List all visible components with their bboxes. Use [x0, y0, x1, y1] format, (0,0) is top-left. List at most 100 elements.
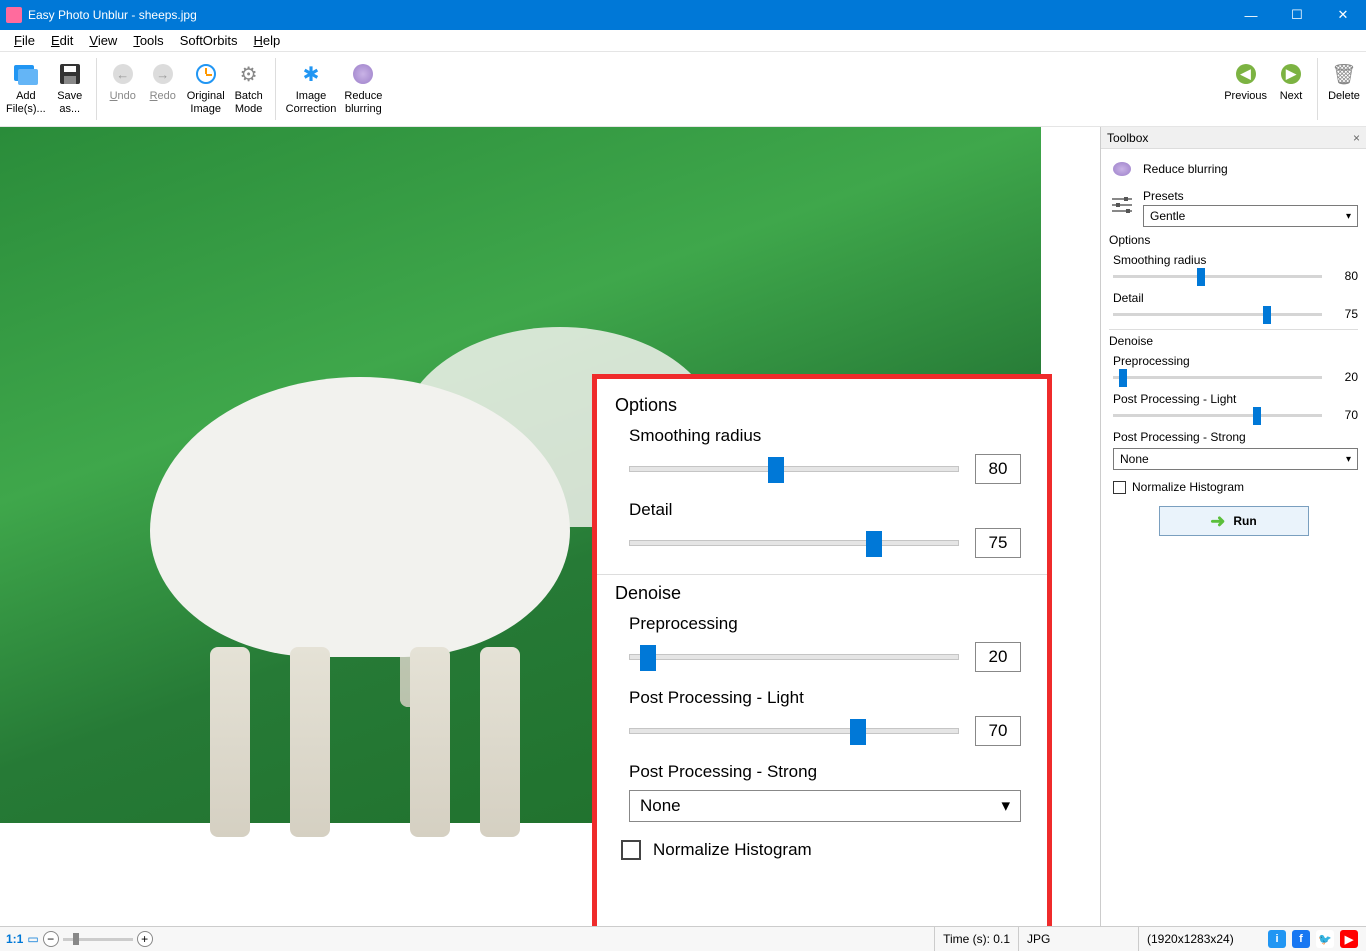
- tb-preprocessing-slider[interactable]: [1113, 376, 1322, 379]
- caret-down-icon: ▾: [1346, 454, 1351, 465]
- run-button[interactable]: ➜ Run: [1159, 506, 1309, 536]
- checkbox-icon: [1113, 481, 1126, 494]
- normalize-checkbox[interactable]: Normalize Histogram: [621, 840, 1029, 860]
- blur-icon: [1109, 159, 1135, 179]
- smoothing-slider[interactable]: [629, 466, 959, 472]
- toolbox-mode: Reduce blurring: [1143, 162, 1228, 176]
- tb-post-strong-label: Post Processing - Strong: [1113, 430, 1358, 444]
- caret-down-icon: ▾: [1001, 796, 1010, 816]
- detail-label: Detail: [629, 500, 1021, 520]
- toolbox-panel: Toolbox × Reduce blurring Presets Gentle…: [1100, 127, 1366, 926]
- save-icon: [56, 60, 84, 88]
- toolbox-header: Toolbox ×: [1101, 127, 1366, 149]
- delete-button[interactable]: 🗑 Delete: [1324, 56, 1364, 122]
- tb-smoothing-slider[interactable]: [1113, 275, 1322, 278]
- presets-select[interactable]: Gentle ▾: [1143, 205, 1358, 227]
- checkbox-icon: [621, 840, 641, 860]
- next-button[interactable]: ▶ Next: [1271, 56, 1311, 122]
- redo-icon: →: [149, 60, 177, 88]
- smoothing-value[interactable]: 80: [975, 454, 1021, 484]
- redo-button[interactable]: → Redo: [143, 56, 183, 122]
- save-as-button[interactable]: Save as...: [50, 56, 90, 122]
- facebook-icon[interactable]: f: [1292, 930, 1310, 948]
- tb-preprocessing-label: Preprocessing: [1113, 354, 1358, 368]
- menubar: File Edit View Tools SoftOrbits Help: [0, 30, 1366, 52]
- tb-options-heading: Options: [1109, 233, 1358, 247]
- preprocessing-label: Preprocessing: [629, 614, 1021, 634]
- arrow-left-icon: ◀: [1232, 60, 1260, 88]
- tb-detail-label: Detail: [1113, 291, 1358, 305]
- trash-icon: 🗑: [1330, 60, 1358, 88]
- detail-slider[interactable]: [629, 540, 959, 546]
- options-heading: Options: [615, 395, 1029, 416]
- menu-tools[interactable]: Tools: [125, 31, 171, 50]
- maximize-button[interactable]: ☐: [1274, 0, 1320, 30]
- toolbar: Add File(s)... Save as... ← Undo → Redo …: [0, 52, 1366, 127]
- batch-mode-button[interactable]: ⚙ Batch Mode: [229, 56, 269, 122]
- menu-help[interactable]: Help: [245, 31, 288, 50]
- statusbar: 1:1 ▭ − + Time (s): 0.1 JPG (1920x1283x2…: [0, 926, 1366, 951]
- previous-button[interactable]: ◀ Previous: [1220, 56, 1271, 122]
- twitter-icon[interactable]: 🐦: [1316, 930, 1334, 948]
- add-files-button[interactable]: Add File(s)...: [2, 56, 50, 122]
- post-light-slider[interactable]: [629, 728, 959, 734]
- post-light-label: Post Processing - Light: [629, 688, 1021, 708]
- tb-preprocessing-value: 20: [1330, 370, 1358, 384]
- post-light-value[interactable]: 70: [975, 716, 1021, 746]
- close-button[interactable]: ✕: [1320, 0, 1366, 30]
- zoom-ratio[interactable]: 1:1: [6, 932, 23, 946]
- clock-icon: [192, 60, 220, 88]
- zoom-out-button[interactable]: −: [43, 931, 59, 947]
- titlebar: Easy Photo Unblur - sheeps.jpg — ☐ ✕: [0, 0, 1366, 30]
- arrow-right-icon: ▶: [1277, 60, 1305, 88]
- status-time: Time (s): 0.1: [934, 927, 1018, 951]
- menu-view[interactable]: View: [81, 31, 125, 50]
- denoise-heading: Denoise: [615, 583, 1029, 604]
- main-area: Options Smoothing radius 80 Detail 75 De…: [0, 127, 1366, 926]
- status-format: JPG: [1018, 927, 1138, 951]
- tb-detail-value: 75: [1330, 307, 1358, 321]
- post-strong-label: Post Processing - Strong: [629, 762, 1021, 782]
- window-title: Easy Photo Unblur - sheeps.jpg: [28, 8, 1228, 22]
- zoom-in-button[interactable]: +: [137, 931, 153, 947]
- tb-smoothing-label: Smoothing radius: [1113, 253, 1358, 267]
- app-icon: [6, 7, 22, 23]
- sparkle-icon: ✱: [297, 60, 325, 88]
- blur-icon: [349, 60, 377, 88]
- fit-screen-icon[interactable]: ▭: [27, 932, 38, 946]
- tb-detail-slider[interactable]: [1113, 313, 1322, 316]
- gear-icon: ⚙: [235, 60, 263, 88]
- run-arrow-icon: ➜: [1210, 511, 1225, 532]
- info-icon[interactable]: i: [1268, 930, 1286, 948]
- reduce-blurring-button[interactable]: Reduce blurring: [340, 56, 386, 122]
- sliders-icon: [1109, 195, 1135, 215]
- tb-post-strong-select[interactable]: None ▾: [1113, 448, 1358, 470]
- canvas[interactable]: Options Smoothing radius 80 Detail 75 De…: [0, 127, 1100, 926]
- options-overlay: Options Smoothing radius 80 Detail 75 De…: [592, 374, 1052, 926]
- minimize-button[interactable]: —: [1228, 0, 1274, 30]
- status-dimensions: (1920x1283x24): [1138, 927, 1268, 951]
- tb-smoothing-value: 80: [1330, 269, 1358, 283]
- undo-icon: ←: [109, 60, 137, 88]
- smoothing-label: Smoothing radius: [629, 426, 1021, 446]
- tb-post-light-value: 70: [1330, 408, 1358, 422]
- caret-down-icon: ▾: [1346, 211, 1351, 222]
- toolbox-close-button[interactable]: ×: [1353, 131, 1360, 145]
- tb-post-light-label: Post Processing - Light: [1113, 392, 1358, 406]
- tb-post-light-slider[interactable]: [1113, 414, 1322, 417]
- tb-normalize-checkbox[interactable]: Normalize Histogram: [1113, 480, 1358, 494]
- youtube-icon[interactable]: ▶: [1340, 930, 1358, 948]
- preprocessing-slider[interactable]: [629, 654, 959, 660]
- image-correction-button[interactable]: ✱ Image Correction: [282, 56, 341, 122]
- menu-file[interactable]: File: [6, 31, 43, 50]
- menu-softorbits[interactable]: SoftOrbits: [172, 31, 246, 50]
- original-image-button[interactable]: Original Image: [183, 56, 229, 122]
- post-strong-select[interactable]: None ▾: [629, 790, 1021, 822]
- zoom-slider[interactable]: [63, 938, 133, 941]
- presets-label: Presets: [1143, 189, 1358, 203]
- menu-edit[interactable]: Edit: [43, 31, 81, 50]
- undo-button[interactable]: ← Undo: [103, 56, 143, 122]
- preprocessing-value[interactable]: 20: [975, 642, 1021, 672]
- tb-denoise-heading: Denoise: [1109, 329, 1358, 348]
- detail-value[interactable]: 75: [975, 528, 1021, 558]
